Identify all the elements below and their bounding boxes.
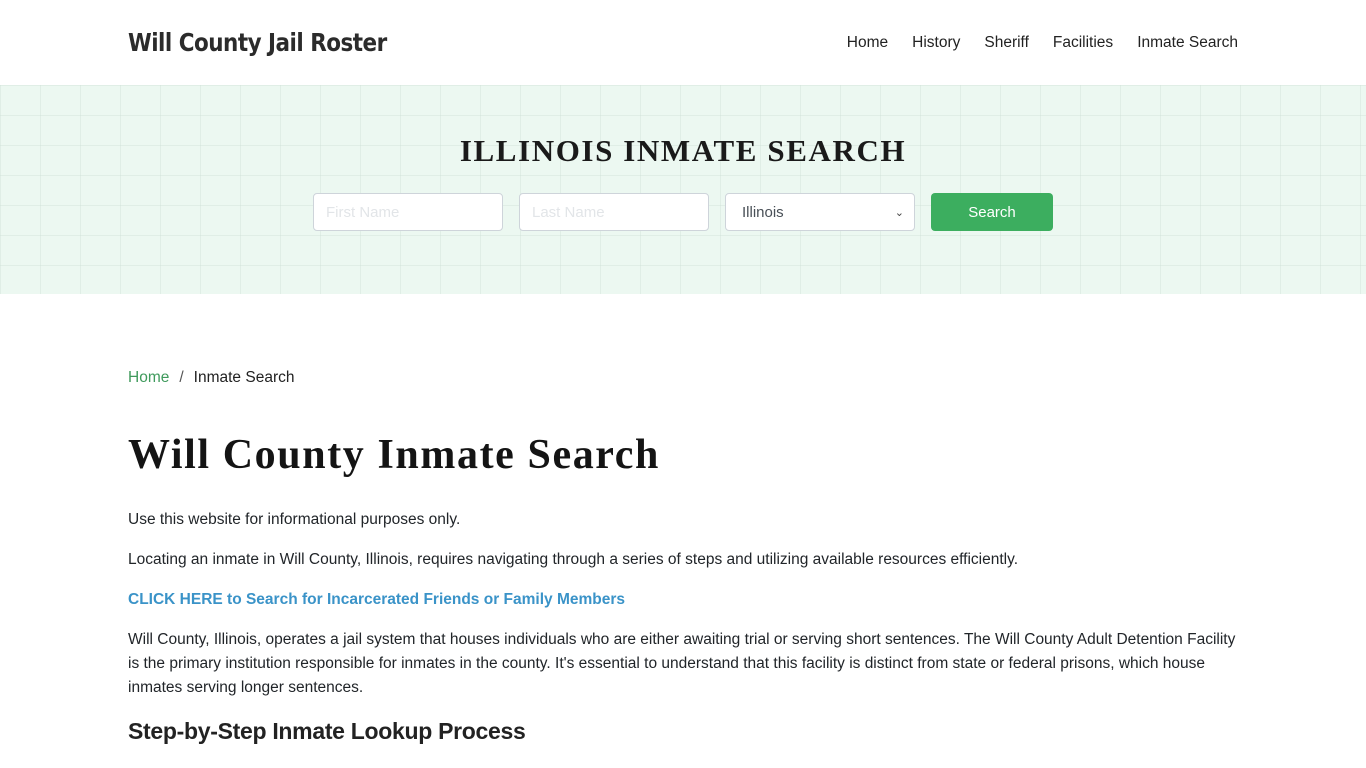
last-name-input[interactable] <box>519 193 709 231</box>
breadcrumb-home[interactable]: Home <box>128 369 169 387</box>
article-body: Use this website for informational purpo… <box>128 508 1238 768</box>
facility-paragraph: Will County, Illinois, operates a jail s… <box>128 631 1236 696</box>
main-content: Home / Inmate Search Will County Inmate … <box>0 294 1366 768</box>
main-nav: Home History Sheriff Facilities Inmate S… <box>823 34 1238 52</box>
disclaimer-paragraph: Use this website for informational purpo… <box>128 511 461 528</box>
site-header: Will County Jail Roster Home History She… <box>0 0 1366 85</box>
state-select[interactable]: Illinois ⌄ <box>725 193 915 231</box>
state-select-value: Illinois <box>742 203 784 221</box>
search-button[interactable]: Search <box>931 193 1053 231</box>
nav-history[interactable]: History <box>912 34 960 52</box>
nav-sheriff[interactable]: Sheriff <box>984 34 1029 52</box>
search-cta-link[interactable]: CLICK HERE to Search for Incarcerated Fr… <box>128 591 625 608</box>
nav-facilities[interactable]: Facilities <box>1053 34 1113 52</box>
first-name-input[interactable] <box>313 193 503 231</box>
chevron-down-icon: ⌄ <box>894 206 904 219</box>
cta-paragraph: CLICK HERE to Search for Incarcerated Fr… <box>128 588 1238 612</box>
hero-search-section: ILLINOIS INMATE SEARCH Illinois ⌄ Search <box>0 85 1366 294</box>
breadcrumb-separator: / <box>179 369 184 386</box>
nav-home[interactable]: Home <box>847 34 888 52</box>
inmate-search-form: Illinois ⌄ Search <box>0 193 1366 231</box>
hero-title: ILLINOIS INMATE SEARCH <box>459 133 907 168</box>
site-logo[interactable]: Will County Jail Roster <box>128 28 387 57</box>
breadcrumb-current: Inmate Search <box>193 369 295 386</box>
intro-paragraph: Locating an inmate in Will County, Illin… <box>128 551 1019 568</box>
breadcrumb: Home / Inmate Search <box>128 368 1238 388</box>
nav-inmate-search[interactable]: Inmate Search <box>1137 34 1238 52</box>
page-title: Will County Inmate Search <box>128 432 660 478</box>
section-heading: Step-by-Step Inmate Lookup Process <box>128 718 526 744</box>
